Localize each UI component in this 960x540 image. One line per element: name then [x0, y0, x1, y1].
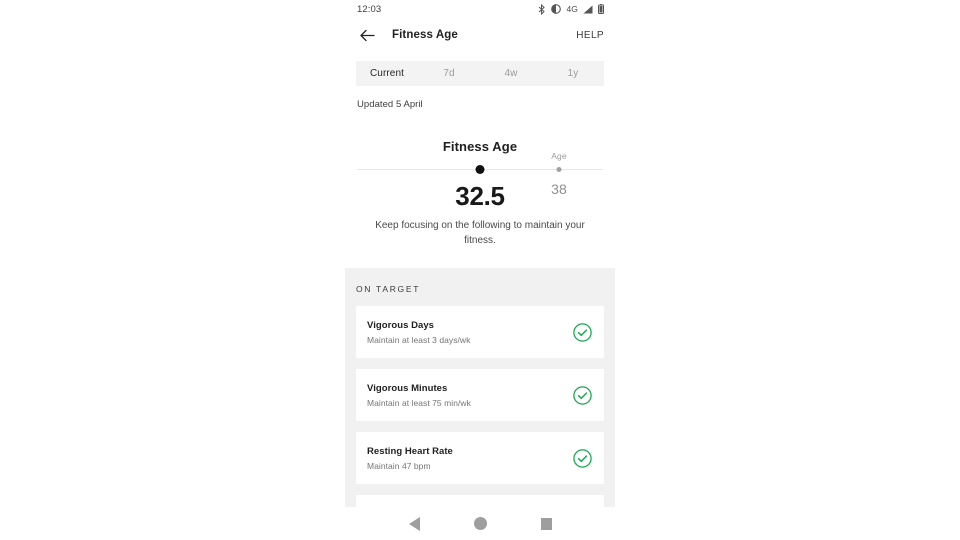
network-type-label: 4G: [566, 4, 578, 14]
status-bar-icons: 4G: [538, 3, 604, 15]
table-row-partial[interactable]: [356, 495, 604, 507]
gauge-value-fitness-age: 32.5: [455, 181, 505, 211]
tab-bar: Current 7d 4w 1y: [356, 61, 604, 86]
dnd-icon: [551, 4, 562, 14]
check-circle-icon: [573, 448, 592, 468]
updated-timestamp: Updated 5 April: [357, 99, 423, 110]
nav-recents-button[interactable]: [533, 511, 559, 537]
tab-current[interactable]: Current: [356, 61, 418, 86]
row-title: Vigorous Days: [367, 319, 434, 331]
home-circle-icon: [473, 517, 487, 530]
on-target-section: ON TARGET Vigorous Days Maintain at leas…: [345, 268, 615, 507]
table-row[interactable]: Vigorous Minutes Maintain at least 75 mi…: [356, 369, 604, 421]
app-bar: Fitness Age HELP: [345, 18, 615, 52]
row-text-group: Resting Heart Rate Maintain 47 bpm: [367, 446, 453, 471]
fitness-description: Keep focusing on the following to mainta…: [375, 220, 585, 246]
signal-icon: [583, 5, 593, 14]
gauge-label-age: Age: [551, 151, 567, 161]
gauge-dot-fitness-age: [475, 165, 485, 174]
status-bar-clock: 12:03: [357, 3, 382, 15]
tab-bar-container: Current 7d 4w 1y: [345, 52, 615, 86]
bluetooth-icon: [538, 3, 546, 15]
status-bar: 12:03 4G: [345, 0, 615, 18]
help-button[interactable]: HELP: [576, 30, 604, 41]
recents-square-icon: [540, 517, 552, 530]
fitness-age-gauge: Fitness Age 32.5 Age 38: [345, 129, 615, 217]
row-subtitle: Maintain at least 75 min/wk: [367, 397, 471, 408]
gauge-dot-age: [556, 167, 562, 172]
back-triangle-icon: [408, 516, 420, 531]
back-arrow-icon[interactable]: [357, 25, 377, 45]
row-subtitle: Maintain at least 3 days/wk: [367, 334, 471, 345]
tab-7d[interactable]: 7d: [418, 61, 480, 86]
table-row[interactable]: Vigorous Days Maintain at least 3 days/w…: [356, 306, 604, 358]
page-title: Fitness Age: [392, 29, 458, 41]
on-target-row-list: Vigorous Days Maintain at least 3 days/w…: [345, 294, 615, 507]
gauge-label-fitness-age: Fitness Age: [442, 139, 518, 154]
row-title: Resting Heart Rate: [367, 445, 453, 457]
scrollable-content[interactable]: 12:03 4G Fitness Age HELP Current 7d 4w …: [345, 0, 615, 507]
check-circle-icon: [573, 322, 592, 342]
nav-back-button[interactable]: [401, 511, 427, 537]
battery-icon: [598, 4, 604, 14]
tab-1y[interactable]: 1y: [542, 61, 604, 86]
tab-4w[interactable]: 4w: [480, 61, 542, 86]
row-text-group: Vigorous Minutes Maintain at least 75 mi…: [367, 383, 471, 408]
gauge-value-age: 38: [551, 181, 567, 197]
section-title: ON TARGET: [356, 284, 421, 294]
android-nav-bar: [345, 507, 615, 540]
row-subtitle: Maintain 47 bpm: [367, 460, 431, 471]
nav-home-button[interactable]: [467, 511, 493, 537]
row-title: Vigorous Minutes: [367, 382, 448, 394]
phone-viewport: 12:03 4G Fitness Age HELP Current 7d 4w …: [345, 0, 615, 540]
table-row[interactable]: Resting Heart Rate Maintain 47 bpm: [356, 432, 604, 484]
row-text-group: Vigorous Days Maintain at least 3 days/w…: [367, 320, 470, 345]
check-circle-icon: [573, 385, 592, 405]
